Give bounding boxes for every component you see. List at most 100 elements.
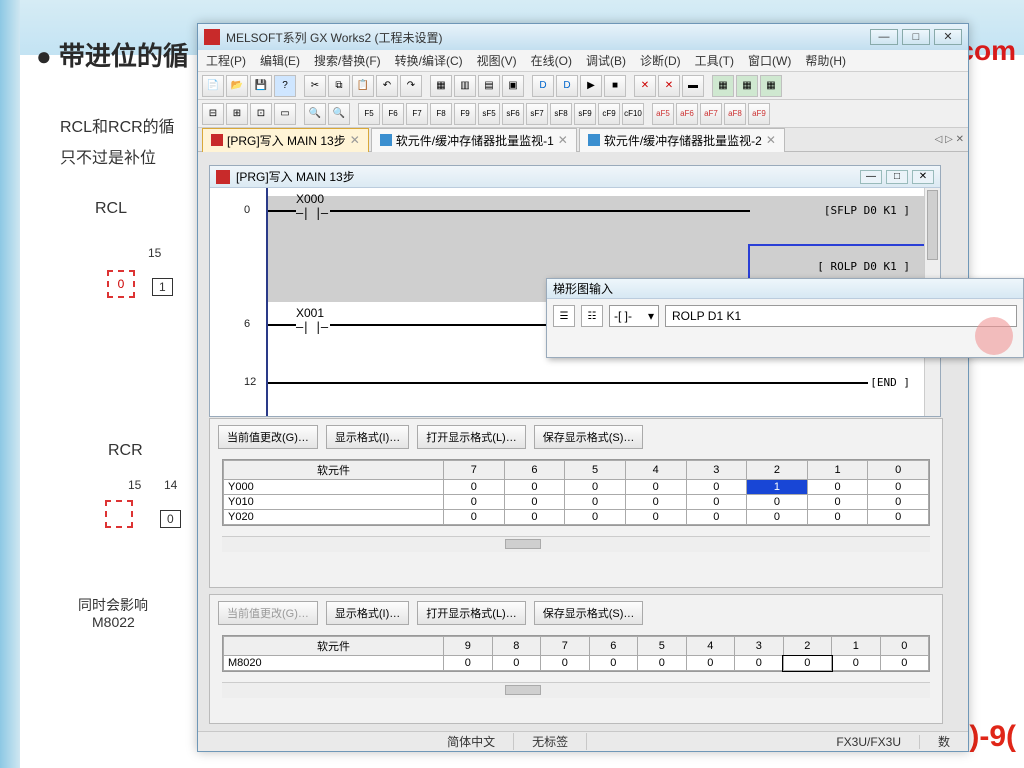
menu-window[interactable]: 窗口(W) <box>748 52 791 69</box>
sf9-icon[interactable]: sF9 <box>574 103 596 125</box>
sf7-icon[interactable]: sF7 <box>526 103 548 125</box>
status-tag: 无标签 <box>514 733 587 750</box>
x3-icon[interactable]: ▬ <box>682 75 704 97</box>
btn-openfmt-2[interactable]: 打开显示格式(L)… <box>417 601 525 625</box>
toolbar-1: 📄 📂 💾 ? ✂ ⧉ 📋 ↶ ↷ ▦ ▥ ▤ ▣ D D ▶ ■ ✕ ✕ ▬ … <box>198 72 968 100</box>
tab-nav[interactable]: ◁ ▷ ✕ <box>935 134 964 145</box>
maximize-button[interactable]: □ <box>902 29 930 45</box>
cf9-icon[interactable]: cF9 <box>598 103 620 125</box>
af5-icon[interactable]: aF5 <box>652 103 674 125</box>
mon-icon <box>380 134 392 146</box>
help-icon[interactable]: ? <box>274 75 296 97</box>
open-icon[interactable]: 📂 <box>226 75 248 97</box>
el3-icon[interactable]: ⊡ <box>250 103 272 125</box>
find-icon[interactable]: 🔍 <box>304 103 326 125</box>
g2-icon[interactable]: ▦ <box>736 75 758 97</box>
popup-btn-2[interactable]: ☷ <box>581 305 603 327</box>
rcr-0: 0 <box>160 510 181 528</box>
tb-b[interactable]: ▥ <box>454 75 476 97</box>
g3-icon[interactable]: ▦ <box>760 75 782 97</box>
doc-icon <box>216 170 230 184</box>
inner-close[interactable]: ✕ <box>912 170 934 184</box>
inner-max[interactable]: □ <box>886 170 908 184</box>
f6-icon[interactable]: F6 <box>382 103 404 125</box>
af8-icon[interactable]: aF8 <box>724 103 746 125</box>
minimize-button[interactable]: — <box>870 29 898 45</box>
ladder-title: [PRG]写入 MAIN 13步 <box>236 168 355 185</box>
titlebar[interactable]: MELSOFT系列 GX Works2 (工程未设置) — □ ✕ <box>198 24 968 50</box>
device-table-m[interactable]: 软元件 9876543210 M80200000000000 <box>222 635 930 672</box>
hscroll-2[interactable] <box>222 682 930 698</box>
paste-icon[interactable]: 📋 <box>352 75 374 97</box>
contact-x000[interactable]: X000—| |— <box>296 192 327 220</box>
tab-mon2[interactable]: 软元件/缓冲存储器批量监视-2✕ <box>579 128 785 152</box>
btn-curval[interactable]: 当前值更改(G)… <box>218 425 318 449</box>
sf8-icon[interactable]: sF8 <box>550 103 572 125</box>
btn-savefmt[interactable]: 保存显示格式(S)… <box>534 425 644 449</box>
sf5-icon[interactable]: sF5 <box>478 103 500 125</box>
monitor-panel-2: 当前值更改(G)… 显示格式(I)… 打开显示格式(L)… 保存显示格式(S)…… <box>209 594 943 724</box>
menu-diag[interactable]: 诊断(D) <box>640 52 681 69</box>
cut-icon[interactable]: ✂ <box>304 75 326 97</box>
menu-compile[interactable]: 转换/编译(C) <box>395 52 463 69</box>
menubar[interactable]: 工程(P) 编辑(E) 搜索/替换(F) 转换/编译(C) 视图(V) 在线(O… <box>198 50 968 72</box>
f7-icon[interactable]: F7 <box>406 103 428 125</box>
f9-icon[interactable]: F9 <box>454 103 476 125</box>
tb-d[interactable]: ▣ <box>502 75 524 97</box>
instr-sflp[interactable]: [SFLP D0 K1 ] <box>824 204 910 217</box>
instr-end: [END ] <box>870 376 910 389</box>
copy-icon[interactable]: ⧉ <box>328 75 350 97</box>
inner-min[interactable]: — <box>860 170 882 184</box>
f8-icon[interactable]: F8 <box>430 103 452 125</box>
af6-icon[interactable]: aF6 <box>676 103 698 125</box>
el4-icon[interactable]: ▭ <box>274 103 296 125</box>
popup-title[interactable]: 梯形图输入 <box>547 279 1023 299</box>
sf6-icon[interactable]: sF6 <box>502 103 524 125</box>
device-table-y[interactable]: 软元件 76543210 Y00000000100 Y01000000000 Y… <box>222 459 930 526</box>
mon2-icon[interactable]: ■ <box>604 75 626 97</box>
dev2-icon[interactable]: D <box>556 75 578 97</box>
x2-icon[interactable]: ✕ <box>658 75 680 97</box>
menu-help[interactable]: 帮助(H) <box>805 52 846 69</box>
tb-c[interactable]: ▤ <box>478 75 500 97</box>
new-icon[interactable]: 📄 <box>202 75 224 97</box>
undo-icon[interactable]: ↶ <box>376 75 398 97</box>
btn-openfmt[interactable]: 打开显示格式(L)… <box>417 425 525 449</box>
af9-icon[interactable]: aF9 <box>748 103 770 125</box>
status-lang: 简体中文 <box>429 733 514 750</box>
menu-view[interactable]: 视图(V) <box>477 52 517 69</box>
f5-icon[interactable]: F5 <box>358 103 380 125</box>
step-12: 12 <box>244 376 256 388</box>
tab-mon1[interactable]: 软元件/缓冲存储器批量监视-1✕ <box>371 128 577 152</box>
save-icon[interactable]: 💾 <box>250 75 272 97</box>
ladder-titlebar[interactable]: [PRG]写入 MAIN 13步 — □ ✕ <box>210 166 940 188</box>
tab-prg[interactable]: [PRG]写入 MAIN 13步✕ <box>202 128 369 152</box>
cf10-icon[interactable]: cF10 <box>622 103 644 125</box>
el-icon[interactable]: ⊟ <box>202 103 224 125</box>
menu-project[interactable]: 工程(P) <box>206 52 246 69</box>
popup-select[interactable]: -[ ]-▾ <box>609 305 659 327</box>
menu-edit[interactable]: 编辑(E) <box>260 52 300 69</box>
btn-fmt[interactable]: 显示格式(I)… <box>326 425 409 449</box>
tb-a[interactable]: ▦ <box>430 75 452 97</box>
af7-icon[interactable]: aF7 <box>700 103 722 125</box>
menu-online[interactable]: 在线(O) <box>531 52 572 69</box>
btn-fmt-2[interactable]: 显示格式(I)… <box>326 601 409 625</box>
x1-icon[interactable]: ✕ <box>634 75 656 97</box>
popup-input[interactable]: ROLP D1 K1 <box>665 305 1017 327</box>
btn-savefmt-2[interactable]: 保存显示格式(S)… <box>534 601 644 625</box>
ladder-input-popup[interactable]: 梯形图输入 ☰ ☷ -[ ]-▾ ROLP D1 K1 <box>546 278 1024 358</box>
redo-icon[interactable]: ↷ <box>400 75 422 97</box>
el2-icon[interactable]: ⊞ <box>226 103 248 125</box>
contact-x001[interactable]: X001—| |— <box>296 306 327 334</box>
find2-icon[interactable]: 🔍 <box>328 103 350 125</box>
menu-search[interactable]: 搜索/替换(F) <box>314 52 381 69</box>
hscroll-1[interactable] <box>222 536 930 552</box>
close-button[interactable]: ✕ <box>934 29 962 45</box>
g1-icon[interactable]: ▦ <box>712 75 734 97</box>
menu-tools[interactable]: 工具(T) <box>695 52 734 69</box>
menu-debug[interactable]: 调试(B) <box>586 52 626 69</box>
popup-btn-1[interactable]: ☰ <box>553 305 575 327</box>
mon-icon[interactable]: ▶ <box>580 75 602 97</box>
dev-icon[interactable]: D <box>532 75 554 97</box>
